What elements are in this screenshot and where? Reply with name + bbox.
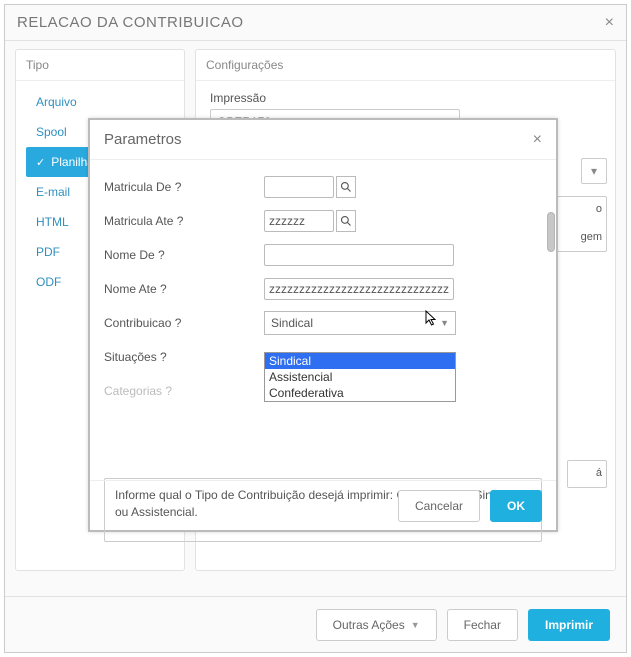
- row-matricula-ate: Matricula Ate ?: [104, 204, 542, 238]
- situacoes-label: Situações ?: [104, 350, 264, 364]
- close-icon[interactable]: ×: [605, 14, 614, 32]
- nome-de-input[interactable]: [264, 244, 454, 266]
- side-frag-top: o: [562, 203, 602, 215]
- contribuicao-label: Contribuicao ?: [104, 316, 264, 330]
- scrollbar-thumb[interactable]: [547, 212, 555, 252]
- row-nome-de: Nome De ?: [104, 238, 542, 272]
- search-icon: [340, 215, 352, 227]
- nome-ate-label: Nome Ate ?: [104, 282, 264, 296]
- outras-acoes-label: Outras Ações: [333, 618, 405, 632]
- side-frag2: á: [572, 467, 602, 479]
- main-header: RELACAO DA CONTRIBUICAO ×: [5, 5, 626, 41]
- chevron-down-icon: ▼: [411, 620, 420, 630]
- row-matricula-de: Matricula De ?: [104, 170, 542, 204]
- ok-label: OK: [507, 499, 525, 513]
- main-title: RELACAO DA CONTRIBUICAO: [17, 14, 244, 31]
- contribuicao-value: Sindical: [271, 316, 313, 330]
- dropdown-option-sindical[interactable]: Sindical: [265, 353, 455, 369]
- param-body: Matricula De ? Matricula Ate ? Nome De ?…: [90, 160, 556, 470]
- matricula-de-input[interactable]: [264, 176, 334, 198]
- impressao-label: Impressão: [210, 91, 601, 105]
- side-dropdown-button[interactable]: ▾: [581, 158, 607, 184]
- categorias-label: Categorias ?: [104, 384, 264, 398]
- matricula-ate-lookup-button[interactable]: [336, 210, 356, 232]
- fechar-label: Fechar: [464, 618, 501, 632]
- outras-acoes-button[interactable]: Outras Ações ▼: [316, 609, 437, 641]
- cancelar-button[interactable]: Cancelar: [398, 490, 480, 522]
- dropdown-option-assistencial[interactable]: Assistencial: [265, 369, 455, 385]
- fechar-button[interactable]: Fechar: [447, 609, 518, 641]
- param-dialog: Parametros × Matricula De ? Matricula At…: [88, 118, 558, 532]
- nome-de-label: Nome De ?: [104, 248, 264, 262]
- matricula-ate-label: Matricula Ate ?: [104, 214, 264, 228]
- cancelar-label: Cancelar: [415, 499, 463, 513]
- contribuicao-dropdown[interactable]: Sindical ▼: [264, 311, 456, 335]
- matricula-de-label: Matricula De ?: [104, 180, 264, 194]
- side-box-fragment-2: á: [567, 460, 607, 488]
- chevron-down-icon: ▼: [440, 318, 449, 328]
- cursor-icon: [425, 310, 441, 328]
- side-frag-bottom: gem: [562, 231, 602, 243]
- param-title: Parametros: [104, 131, 182, 148]
- config-panel-title: Configurações: [196, 50, 615, 81]
- contribuicao-dropdown-list[interactable]: SindicalAssistencialConfederativa: [264, 352, 456, 402]
- imprimir-label: Imprimir: [545, 618, 593, 632]
- dropdown-option-confederativa[interactable]: Confederativa: [265, 385, 455, 401]
- param-header: Parametros ×: [90, 120, 556, 160]
- type-item-arquivo[interactable]: Arquivo: [26, 87, 184, 117]
- row-nome-ate: Nome Ate ?: [104, 272, 542, 306]
- side-box-fragment: o gem: [557, 196, 607, 252]
- ok-button[interactable]: OK: [490, 490, 542, 522]
- param-close-icon[interactable]: ×: [533, 131, 542, 149]
- param-footer: Cancelar OK: [90, 480, 556, 530]
- row-contribuicao: Contribuicao ? Sindical ▼: [104, 306, 542, 340]
- type-panel-title: Tipo: [16, 50, 184, 81]
- matricula-ate-input[interactable]: [264, 210, 334, 232]
- search-icon: [340, 181, 352, 193]
- imprimir-button[interactable]: Imprimir: [528, 609, 610, 641]
- nome-ate-input[interactable]: [264, 278, 454, 300]
- matricula-de-lookup-button[interactable]: [336, 176, 356, 198]
- main-footer: Outras Ações ▼ Fechar Imprimir: [5, 596, 626, 652]
